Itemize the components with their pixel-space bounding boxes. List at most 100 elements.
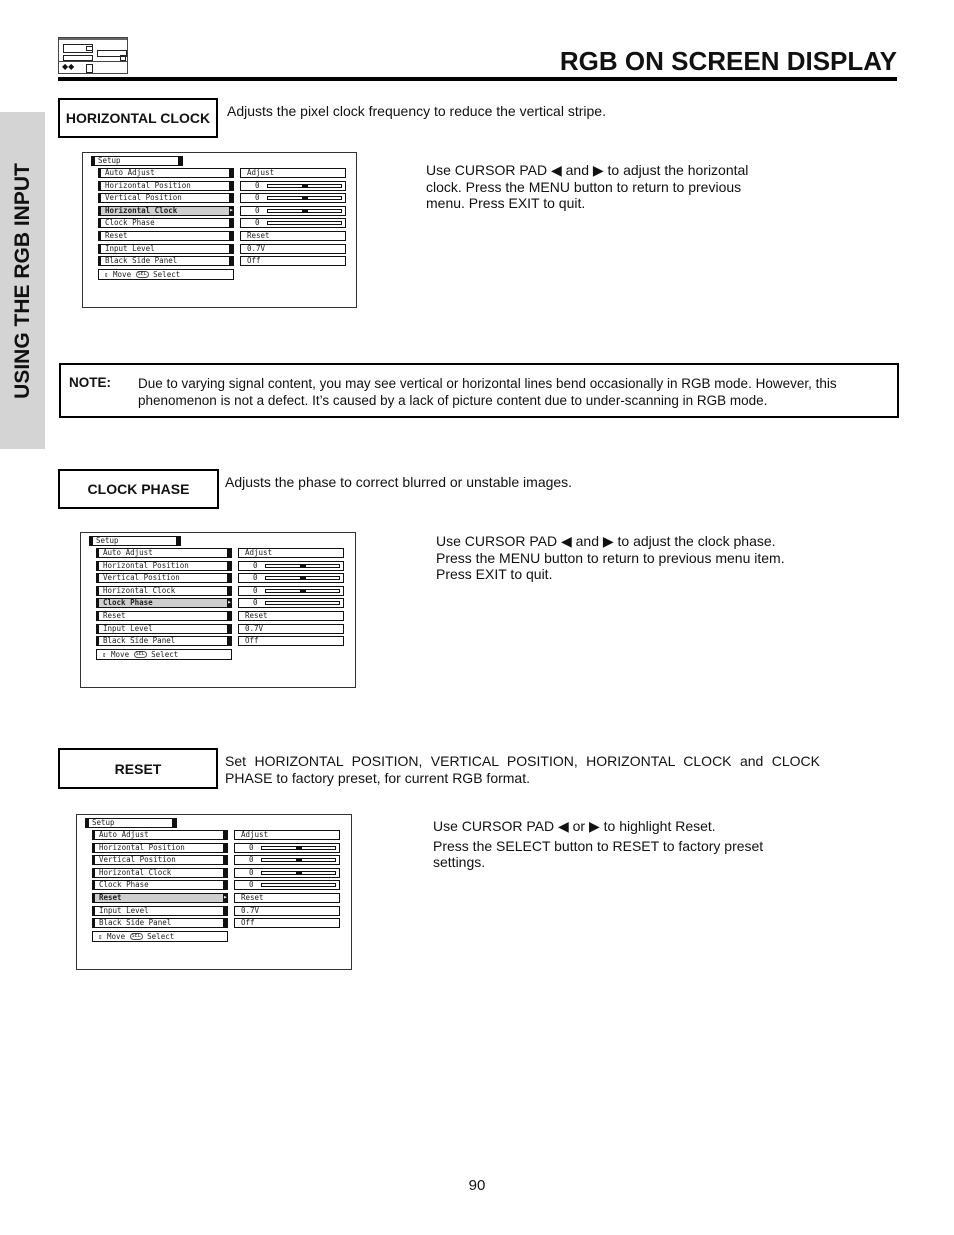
osd-slider-value: 0	[249, 842, 254, 852]
osd-menu-item[interactable]: Vertical Position	[92, 855, 228, 866]
osd-slider-value: 0	[255, 193, 260, 203]
osd-slider[interactable]	[265, 588, 340, 593]
instruction-line: Press the SELECT button to RESET to fact…	[433, 837, 764, 871]
osd-screen-reset: Setup Auto Adjust Adjust Horizontal Positio…	[76, 814, 352, 970]
osd-slider[interactable]	[261, 883, 336, 888]
osd-menu-item[interactable]: Black Side Panel	[92, 918, 228, 929]
section-description-reset: Set HORIZONTAL POSITION, VERTICAL POSITI…	[225, 753, 820, 786]
osd-slider[interactable]	[265, 601, 340, 606]
osd-menu-value: 0	[240, 205, 346, 216]
osd-menu-item[interactable]: Auto Adjust	[92, 830, 228, 840]
osd-menu-item[interactable]: Clock Phase	[92, 880, 228, 891]
osd-slider[interactable]	[265, 576, 340, 581]
osd-menu-item[interactable]: Horizontal Position	[96, 560, 232, 571]
osd-move-label: Move	[107, 931, 126, 941]
osd-slider[interactable]	[261, 870, 336, 875]
osd-slider-value: 0	[249, 855, 254, 865]
osd-menu-value: Reset	[234, 893, 340, 903]
osd-menu-item[interactable]: Horizontal Clock	[92, 867, 228, 878]
section-description-clock-phase: Adjusts the phase to correct blurred or …	[225, 474, 573, 490]
osd-menu-item[interactable]: Clock Phase	[96, 598, 232, 609]
osd-menu-item[interactable]: Reset	[96, 611, 232, 621]
osd-menu-item[interactable]: Auto Adjust	[96, 548, 232, 558]
osd-slider-knob[interactable]	[301, 183, 308, 188]
osd-menu-item[interactable]: Clock Phase	[98, 218, 234, 229]
osd-menu-item[interactable]: Horizontal Position	[92, 842, 228, 853]
osd-menu-item[interactable]: Auto Adjust	[98, 168, 234, 178]
osd-menu-item[interactable]: Input Level	[92, 905, 228, 916]
osd-menu-item[interactable]: Horizontal Position	[98, 180, 234, 191]
osd-menu-value: 0	[240, 193, 346, 204]
side-tab-label: USING THE RGB INPUT	[10, 162, 34, 399]
osd-menu-value: 0.7V	[238, 623, 344, 634]
osd-footer: ⇕ Move SEL Select	[96, 648, 232, 660]
osd-slider-knob[interactable]	[299, 588, 306, 593]
osd-slider-knob[interactable]	[301, 196, 308, 201]
osd-menu-item[interactable]: Horizontal Clock	[96, 585, 232, 596]
osd-slider-knob[interactable]	[299, 563, 306, 568]
osd-slider-knob[interactable]	[295, 858, 302, 863]
osd-slider-value: 0	[255, 180, 260, 190]
osd-menu-item[interactable]: Black Side Panel	[96, 636, 232, 647]
osd-title: Setup	[85, 818, 177, 828]
osd-menu-item[interactable]: Vertical Position	[98, 193, 234, 204]
instruction-line: Press the MENU button to return to previ…	[436, 549, 785, 566]
osd-slider[interactable]	[267, 221, 342, 226]
osd-screen-clock-phase: Setup Auto Adjust Adjust Horizontal Positio…	[80, 532, 356, 688]
osd-slider[interactable]	[267, 196, 342, 201]
osd-select-label: Select	[153, 269, 181, 279]
osd-slider[interactable]	[267, 183, 342, 188]
title-rule	[58, 77, 897, 81]
osd-slider-knob[interactable]	[299, 576, 306, 581]
osd-slider[interactable]	[261, 845, 336, 850]
instruction-line: Use CURSOR PAD ◀ or ▶ to highlight Reset…	[433, 818, 716, 834]
page-title: RGB ON SCREEN DISPLAY	[559, 46, 897, 76]
osd-menu-item[interactable]: Input Level	[96, 623, 232, 634]
osd-slider-value: 0	[249, 880, 254, 890]
instructions-clock-phase: Use CURSOR PAD ◀ and ▶ to adjust the clo…	[436, 533, 796, 583]
osd-menu-value: Reset	[238, 611, 344, 621]
tv-device-icon: ◆◆	[58, 37, 128, 74]
osd-screen-horizontal-clock: Setup Auto Adjust Adjust Horizontal Positio…	[82, 152, 357, 308]
osd-slider-knob[interactable]	[295, 870, 302, 875]
osd-menu-value: Reset	[240, 231, 346, 241]
osd-menu-value: Off	[234, 918, 340, 929]
section-description-horizontal-clock: Adjusts the pixel clock frequency to red…	[227, 103, 606, 119]
osd-menu-item[interactable]: Reset	[98, 231, 234, 241]
osd-slider-value: 0	[253, 560, 258, 570]
osd-slider-knob[interactable]	[301, 208, 308, 213]
osd-slider[interactable]	[261, 858, 336, 863]
osd-menu-value: Adjust	[240, 168, 346, 178]
osd-menu-value: Off	[240, 256, 346, 267]
osd-menu-value: 0	[238, 585, 344, 596]
osd-menu-value: 0	[234, 855, 340, 866]
osd-select-label: Select	[147, 931, 175, 941]
osd-move-label: Move	[111, 649, 130, 659]
instructions-reset: Use CURSOR PAD ◀ or ▶ to highlight Reset…	[433, 818, 783, 871]
sel-button-icon: SEL	[133, 651, 147, 659]
instruction-line: Use CURSOR PAD ◀ and ▶ to adjust the hor…	[426, 162, 749, 211]
osd-move-label: Move	[113, 269, 132, 279]
osd-menu-value: Off	[238, 636, 344, 647]
osd-menu-value: 0	[234, 867, 340, 878]
osd-menu-value: Adjust	[234, 830, 340, 840]
osd-menu-value: 0.7V	[234, 905, 340, 916]
osd-menu-value: 0	[238, 598, 344, 609]
section-label-clock-phase: CLOCK PHASE	[58, 469, 219, 509]
osd-slider-knob[interactable]	[295, 845, 302, 850]
osd-menu-item[interactable]: Input Level	[98, 243, 234, 254]
osd-menu-value: 0.7V	[240, 243, 346, 254]
osd-slider-value: 0	[249, 867, 254, 877]
osd-slider[interactable]	[265, 563, 340, 568]
osd-slider[interactable]	[267, 208, 342, 213]
osd-menu-item[interactable]: Vertical Position	[96, 573, 232, 584]
osd-menu-item[interactable]: Horizontal Clock	[98, 205, 234, 216]
section-label-horizontal-clock: HORIZONTAL CLOCK	[58, 98, 218, 138]
osd-menu-item[interactable]: Black Side Panel	[98, 256, 234, 267]
section-label-reset: RESET	[58, 748, 218, 789]
osd-menu-item[interactable]: Reset	[92, 893, 228, 903]
osd-title: Setup	[89, 536, 181, 546]
osd-menu-value: 0	[234, 880, 340, 891]
up-down-arrows-icon: ⇕	[102, 649, 107, 659]
osd-slider-value: 0	[253, 573, 258, 583]
